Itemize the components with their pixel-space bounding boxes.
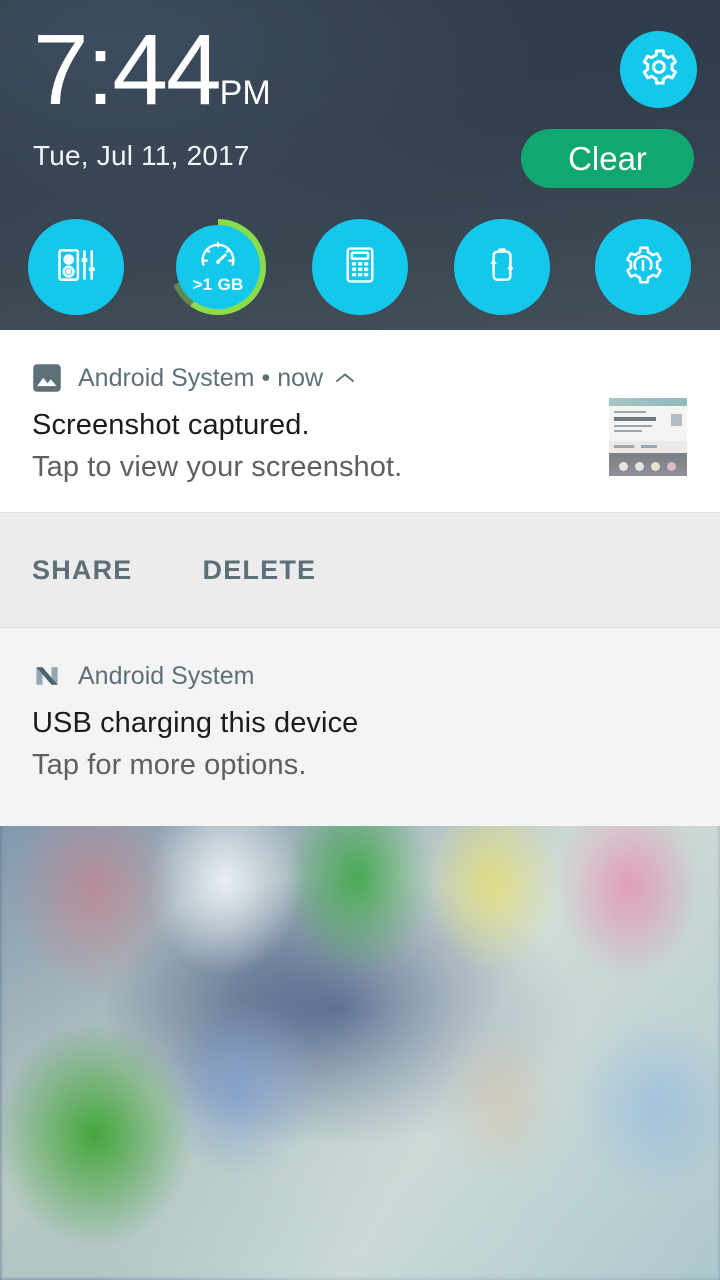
quick-settings-tiles-row: >1 GB: [0, 219, 720, 315]
clock-time: 7:44: [33, 14, 222, 126]
speaker-equalizer-icon: [54, 243, 98, 292]
notification-shade-screen: 7:44PM Tue, Jul 11, 2017 Clear >1 GB And…: [0, 0, 720, 1280]
calculator-tile[interactable]: [312, 219, 408, 315]
screenshot-thumbnail[interactable]: [609, 398, 687, 476]
clear-all-button[interactable]: Clear: [521, 129, 694, 188]
settings-button[interactable]: [620, 31, 697, 108]
notification-app-name: Android System: [78, 363, 255, 392]
thumbnail-topbar: [609, 398, 687, 406]
calculator-icon: [339, 244, 381, 291]
notification-header: Android System • now: [0, 330, 720, 393]
photo-image-icon: [32, 363, 62, 393]
notification-app-name: Android System: [78, 661, 255, 690]
quick-settings-panel: 7:44PM Tue, Jul 11, 2017 Clear >1 GB: [0, 0, 720, 330]
share-button[interactable]: SHARE: [32, 555, 133, 586]
speedometer-icon: [198, 239, 238, 274]
delete-button[interactable]: DELETE: [203, 555, 317, 586]
thumbnail-card: [609, 406, 687, 441]
thumbnail-subrow: [609, 441, 687, 453]
audio-equalizer-tile[interactable]: [28, 219, 124, 315]
battery-cycle-icon: [481, 244, 523, 291]
wallpaper-sheen: [0, 810, 720, 1280]
notification-usb-charging[interactable]: Android System USB charging this device …: [0, 628, 720, 826]
notification-separator: •: [261, 363, 271, 392]
clock: 7:44PM: [33, 20, 271, 143]
performance-settings-tile[interactable]: [595, 219, 691, 315]
notification-header: Android System: [0, 628, 720, 691]
date-label: Tue, Jul 11, 2017: [33, 140, 250, 171]
memory-boost-tile[interactable]: >1 GB: [170, 219, 266, 315]
battery-saver-tile[interactable]: [454, 219, 550, 315]
notification-screenshot[interactable]: Android System • now Screenshot captured…: [0, 330, 720, 512]
boost-tile-label: >1 GB: [192, 275, 244, 294]
gear-icon: [638, 46, 680, 93]
clock-ampm: PM: [219, 74, 271, 112]
gear-gauge-icon: [621, 243, 665, 292]
notification-list: Android System • now Screenshot captured…: [0, 330, 720, 826]
thumbnail-bottom: [609, 453, 687, 476]
notification-actions: SHARE DELETE: [0, 512, 720, 628]
boost-tile-core: >1 GB: [176, 225, 260, 309]
notification-body: Tap for more options.: [32, 749, 307, 781]
notification-title: USB charging this device: [32, 707, 359, 739]
clear-button-label: Clear: [568, 139, 647, 177]
chevron-up-icon[interactable]: [334, 371, 356, 385]
android-nougat-logo-icon: [32, 661, 62, 691]
notification-timestamp: now: [277, 363, 324, 392]
